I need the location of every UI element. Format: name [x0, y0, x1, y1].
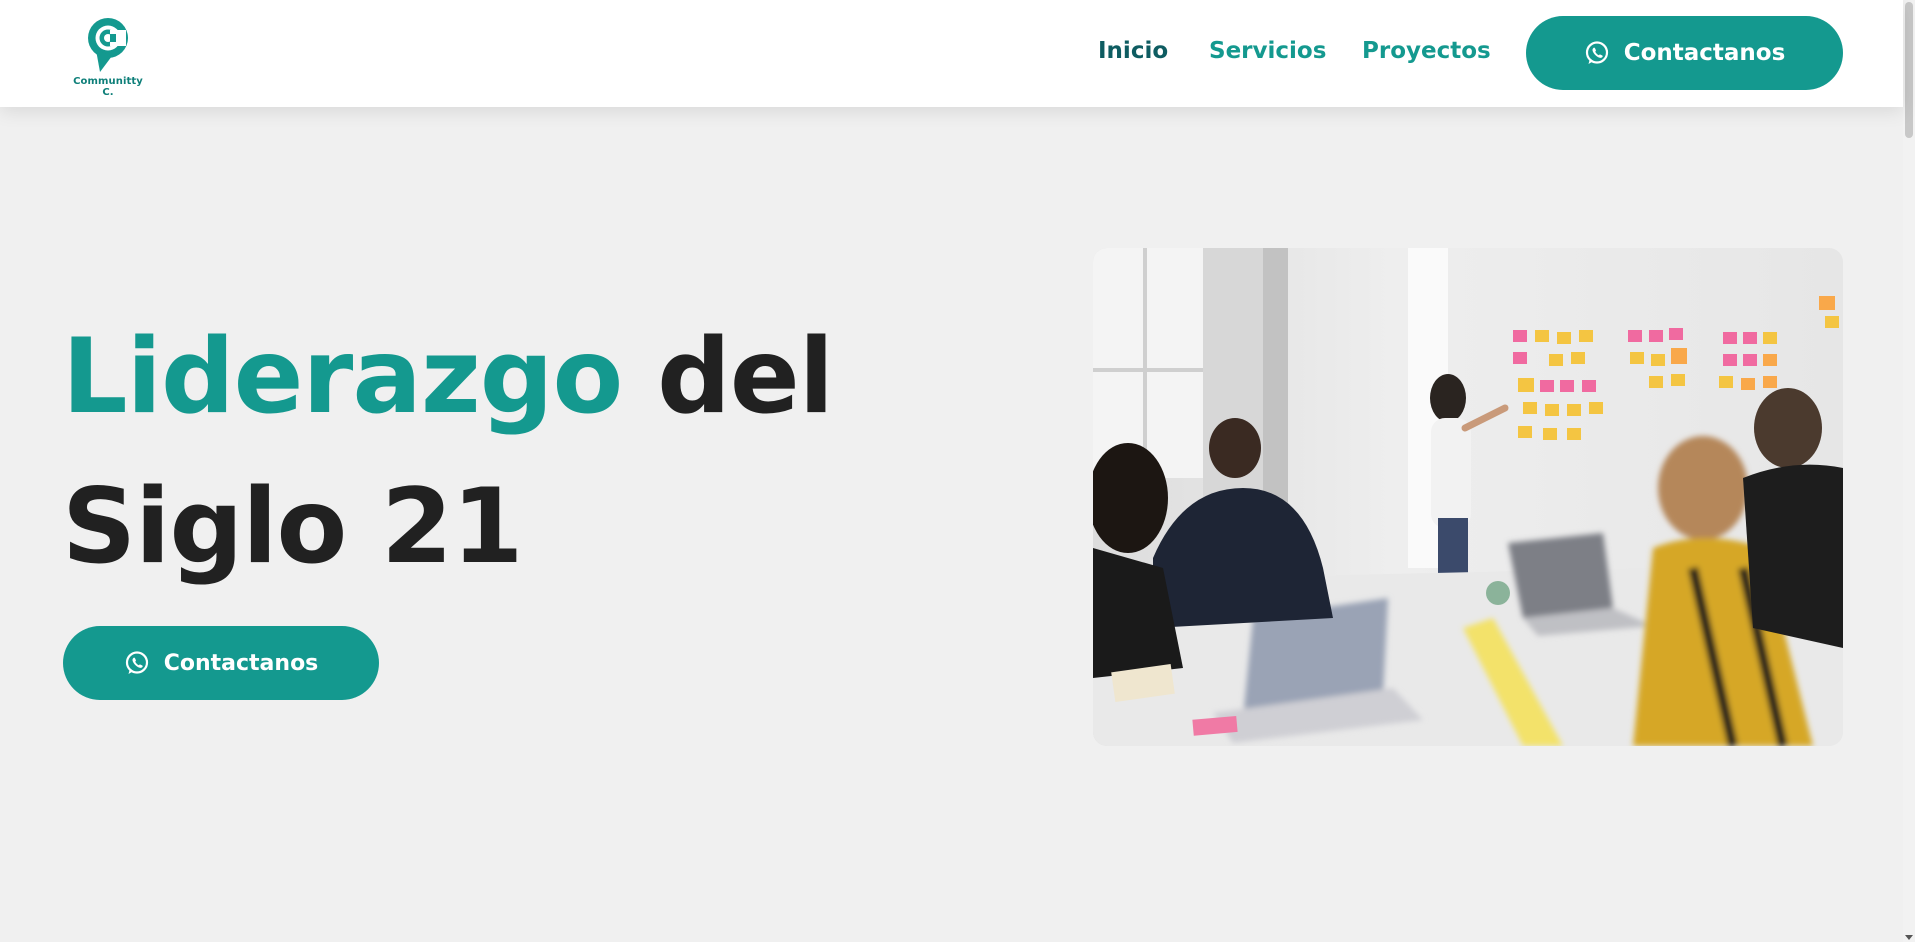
whatsapp-icon: [124, 650, 150, 676]
logo-icon: [88, 18, 128, 72]
logo[interactable]: Communitty C.: [68, 16, 148, 98]
hero-contact-button[interactable]: Contactanos: [63, 626, 379, 700]
hero-title-line1: Liderazgo del: [62, 302, 962, 452]
hero-photo: [1093, 248, 1843, 746]
scroll-down-arrow-icon[interactable]: [1905, 935, 1913, 940]
nav-proyectos[interactable]: Proyectos: [1362, 38, 1491, 64]
hero-title: Liderazgo del Siglo 21: [62, 302, 962, 602]
hero-title-rest: del: [657, 317, 834, 437]
header-contact-label: Contactanos: [1623, 40, 1786, 66]
logo-text: Communitty C.: [73, 76, 143, 98]
site-header: Communitty C. Inicio Servicios Proyectos…: [0, 0, 1903, 107]
header-contact-button[interactable]: Contactanos: [1526, 16, 1843, 90]
scrollbar-thumb[interactable]: [1905, 2, 1913, 138]
hero-title-accent: Liderazgo: [62, 317, 623, 437]
nav-inicio[interactable]: Inicio: [1098, 38, 1168, 64]
hero-contact-label: Contactanos: [163, 650, 319, 676]
nav-servicios[interactable]: Servicios: [1209, 38, 1326, 64]
scrollbar[interactable]: [1903, 0, 1915, 942]
whatsapp-icon: [1584, 40, 1610, 66]
hero-title-line2: Siglo 21: [62, 467, 523, 587]
